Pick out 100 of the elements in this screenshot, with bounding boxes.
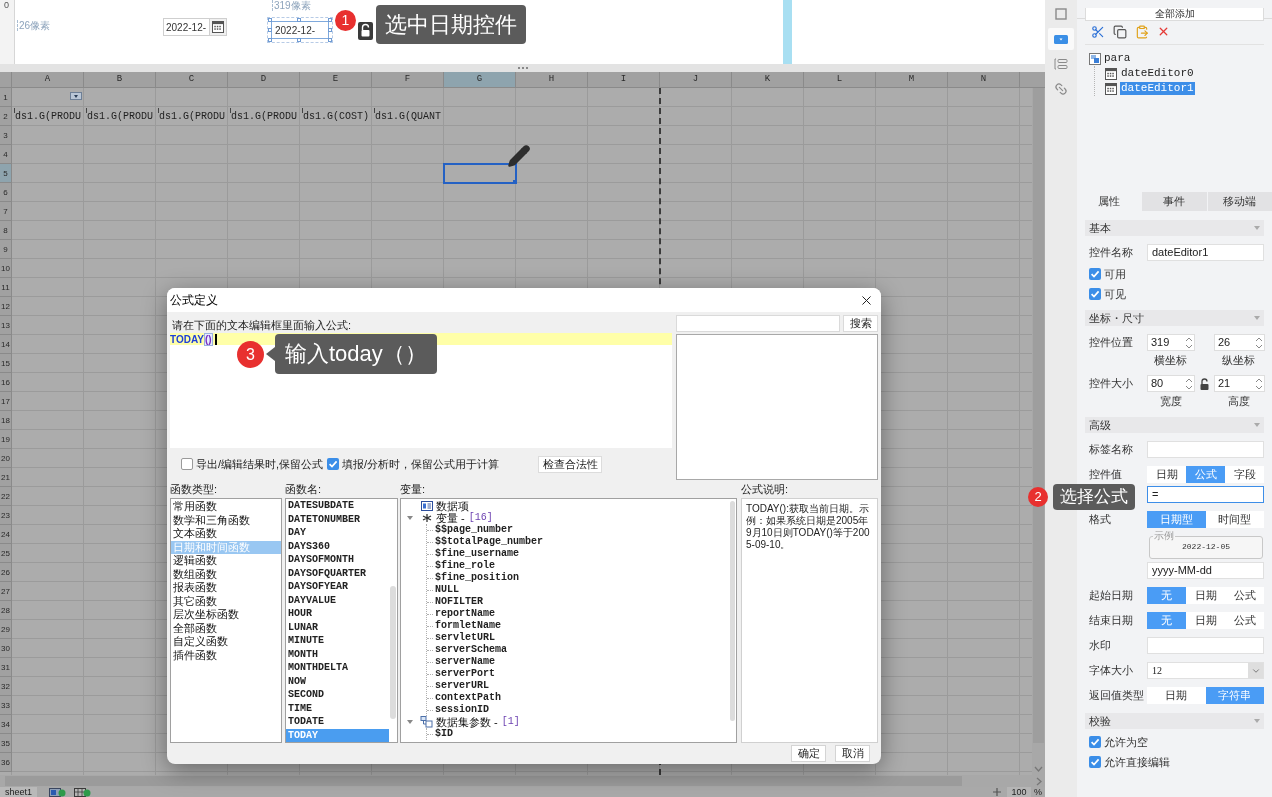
row-header[interactable]: 19 [0,430,12,449]
row-header[interactable]: 27 [0,582,12,601]
list-item[interactable]: DAY [286,526,389,540]
row-header[interactable]: 14 [0,335,12,354]
tree-item[interactable]: $fine_position [435,572,519,584]
caret-down-icon[interactable] [407,515,413,521]
scrollbar[interactable] [390,586,396,719]
section-header[interactable]: 高级 [1085,417,1264,433]
zoom-field[interactable]: 100 [1007,787,1031,797]
list-item[interactable]: 层次坐标函数 [171,608,281,622]
dialog-button[interactable]: 确定 [791,745,826,762]
row-header[interactable]: 30 [0,639,12,658]
column-header[interactable]: G [444,72,516,87]
tree-item[interactable]: servletURL [435,632,495,644]
lock-icon[interactable] [358,22,373,40]
table-cell[interactable]: ds1.G(PRODU [228,107,300,126]
checkbox[interactable] [1089,736,1101,748]
list-item[interactable]: 其它函数 [171,594,281,608]
caret-down-icon[interactable] [1254,423,1260,427]
tree-item[interactable]: $fine_role [435,560,495,572]
paste-icon[interactable] [1135,24,1149,39]
stepper-icon[interactable] [1255,376,1263,391]
number-field[interactable]: 21 [1214,375,1265,392]
tree-item[interactable]: $$totalPage_number [435,536,544,548]
list-item[interactable]: NOW [286,674,389,688]
list-item[interactable]: 全部函数 [171,621,281,635]
row-header[interactable]: 15 [0,354,12,373]
segment-button[interactable]: 字段 [1225,466,1264,483]
panel-tab[interactable]: 移动端 [1206,192,1272,211]
row-header[interactable]: 21 [0,468,12,487]
tree-item[interactable]: dateEditor0 [1120,67,1195,80]
segment-button[interactable]: 公式 [1225,587,1264,604]
list-item[interactable]: 逻辑函数 [171,554,281,568]
text-field[interactable]: yyyy-MM-dd [1147,562,1264,579]
table-cell[interactable]: ds1.G(PRODU [84,107,156,126]
segment-button[interactable]: 日期 [1186,612,1225,629]
check-validity-button[interactable]: 检查合法性 [538,455,602,473]
list-item[interactable]: TODATE [286,715,389,729]
list-item[interactable]: MINUTE [286,634,389,648]
font-size-select[interactable]: 12 [1147,662,1264,679]
number-field[interactable]: 80 [1147,375,1195,392]
section-header[interactable]: 坐标・尺寸 [1085,310,1264,326]
row-header[interactable]: 7 [0,202,12,221]
row-header[interactable]: 17 [0,392,12,411]
unlocked-icon[interactable] [1200,377,1209,390]
segment-button[interactable]: 公式 [1225,612,1264,629]
tree-item[interactable]: $$page_number [435,524,513,536]
list-item[interactable]: LUNAR [286,620,389,634]
segment-button[interactable]: 日期 [1147,687,1206,704]
search-button[interactable]: 搜索 [843,315,878,332]
row-header[interactable]: 29 [0,620,12,639]
side-tool-button[interactable] [1048,28,1074,50]
row-header[interactable]: 1 [0,88,12,107]
text-field[interactable]: = [1147,486,1264,503]
checkbox[interactable] [327,458,339,470]
row-header[interactable]: 5 [0,164,12,183]
scrollbar-thumb[interactable] [1033,88,1044,743]
row-header[interactable]: 2 [0,107,12,126]
row-header[interactable]: 25 [0,544,12,563]
cut-icon[interactable] [1091,24,1105,39]
caret-down-icon[interactable] [1254,316,1260,320]
list-item[interactable]: 常用函数 [171,500,281,514]
row-header[interactable]: 22 [0,487,12,506]
list-item[interactable]: 数学和三角函数 [171,513,281,527]
row-header[interactable]: 4 [0,145,12,164]
row-header[interactable]: 24 [0,525,12,544]
stepper-icon[interactable] [1185,335,1193,350]
tree-item[interactable]: $ID [435,728,453,740]
search-results-list[interactable] [676,334,878,480]
row-header[interactable]: 18 [0,411,12,430]
stepper-icon[interactable] [1185,376,1193,391]
table-cell[interactable]: ds1.G(COST) [300,107,372,126]
add-grid-sheet-icon[interactable] [74,787,92,797]
checkbox[interactable] [1089,288,1101,300]
list-item[interactable]: MONTH [286,647,389,661]
row-header[interactable]: 6 [0,183,12,202]
chevron-right-icon[interactable] [1036,777,1042,786]
copy-icon[interactable] [1113,24,1127,39]
scrollbar[interactable] [730,501,735,721]
row-header[interactable]: 33 [0,696,12,715]
stepper-icon[interactable] [1255,335,1263,350]
tree-item[interactable]: 数据项 [436,500,469,512]
list-item[interactable]: DATESUBDATE [286,499,389,513]
dropdown-marker-icon[interactable] [70,92,82,100]
segment-button[interactable]: 日期 [1147,466,1186,483]
list-item[interactable]: DAYSOFQUARTER [286,566,389,580]
row-header[interactable]: 36 [0,753,12,772]
text-field[interactable]: dateEditor1 [1147,244,1264,261]
row-header[interactable]: 31 [0,658,12,677]
checkbox[interactable] [181,458,193,470]
list-item[interactable]: 插件函数 [171,648,281,662]
list-item[interactable]: DATETONUMBER [286,512,389,526]
table-cell[interactable]: ds1.G(PRODU [12,107,84,126]
panel-tab[interactable]: 事件 [1141,192,1207,211]
list-item[interactable]: MONTHDELTA [286,661,389,675]
tree-item[interactable]: contextPath [435,692,501,704]
number-field[interactable]: 319 [1147,334,1195,351]
horizontal-scrollbar[interactable] [0,775,1045,787]
add-sheet-icon[interactable] [49,787,67,797]
checkbox[interactable] [1089,268,1101,280]
